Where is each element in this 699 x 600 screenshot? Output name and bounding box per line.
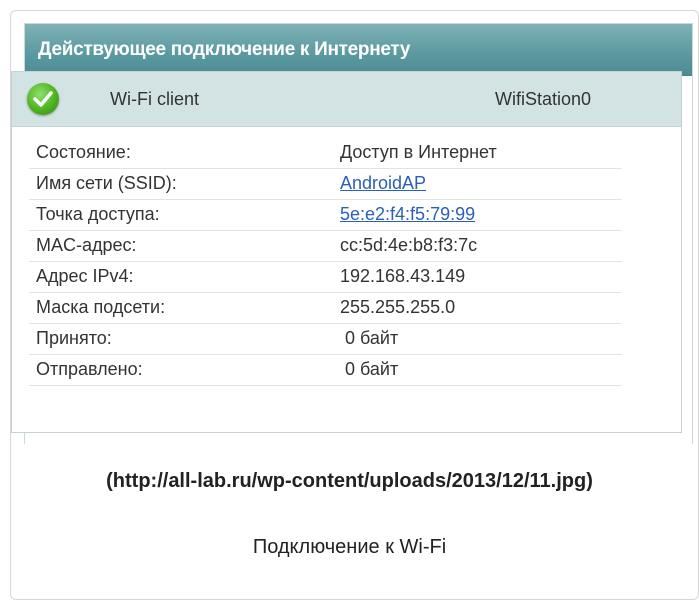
detail-row-access-point: Точка доступа: 5e:e2:f4:f5:79:99 bbox=[29, 200, 622, 231]
detail-value: cc:5d:4e:b8:f3:7c bbox=[340, 235, 478, 255]
connection-type: Wi-Fi client bbox=[110, 89, 199, 109]
connection-details: Состояние: Доступ в Интернет Имя сети (S… bbox=[29, 138, 622, 386]
detail-value: 255.255.255.0 bbox=[340, 297, 456, 317]
connection-box: Wi-Fi client WifiStation0 Состояние: Дос… bbox=[11, 71, 682, 433]
check-icon bbox=[27, 83, 59, 115]
detail-row-ipv4: Адрес IPv4: 192.168.43.149 bbox=[29, 262, 622, 293]
detail-label: Имя сети (SSID): bbox=[36, 173, 177, 193]
detail-row-received: Принято: 0 байт bbox=[29, 324, 622, 355]
detail-label: Точка доступа: bbox=[36, 204, 160, 224]
detail-row-subnet: Маска подсети: 255.255.255.0 bbox=[29, 293, 622, 324]
detail-label: Маска подсети: bbox=[36, 297, 166, 317]
detail-label: Отправлено: bbox=[36, 359, 143, 379]
detail-value: Доступ в Интернет bbox=[340, 142, 497, 162]
detail-value: 192.168.43.149 bbox=[340, 266, 466, 286]
detail-row-state: Состояние: Доступ в Интернет bbox=[29, 138, 622, 169]
image-caption: Подключение к Wi-Fi bbox=[252, 536, 447, 558]
source-url: (http://all-lab.ru/wp-content/uploads/20… bbox=[106, 470, 593, 492]
detail-row-ssid: Имя сети (SSID): AndroidAP bbox=[29, 169, 622, 200]
detail-label: Адрес IPv4: bbox=[36, 266, 134, 286]
detail-value: 0 байт bbox=[345, 359, 399, 379]
panel-title: Действующее подключение к Интернету bbox=[25, 24, 692, 76]
ssid-link[interactable]: AndroidAP bbox=[340, 173, 426, 194]
access-point-link[interactable]: 5e:e2:f4:f5:79:99 bbox=[340, 204, 475, 225]
detail-row-sent: Отправлено: 0 байт bbox=[29, 355, 622, 386]
detail-label: MAC-адрес: bbox=[36, 235, 137, 255]
detail-row-mac: MAC-адрес: cc:5d:4e:b8:f3:7c bbox=[29, 231, 622, 262]
connection-header: Wi-Fi client WifiStation0 bbox=[12, 72, 681, 127]
detail-label: Состояние: bbox=[36, 142, 131, 162]
detail-label: Принято: bbox=[36, 328, 112, 348]
connection-interface: WifiStation0 bbox=[495, 89, 592, 109]
detail-value: 0 байт bbox=[345, 328, 399, 348]
